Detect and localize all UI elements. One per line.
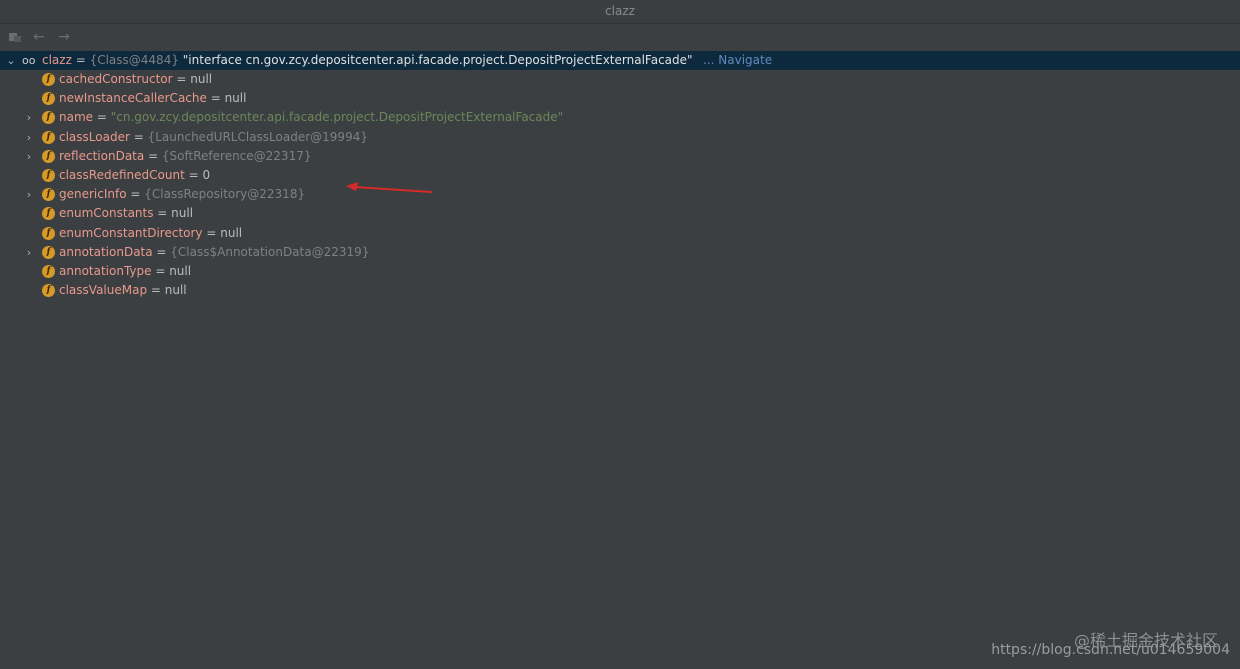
tree-field-row[interactable]: f cachedConstructor = null	[0, 70, 1240, 89]
field-label: newInstanceCallerCache = null	[59, 89, 246, 108]
field-name: reflectionData	[59, 148, 145, 163]
field-eq: =	[147, 283, 165, 298]
field-name: genericInfo	[59, 187, 127, 202]
field-eq: =	[129, 129, 148, 144]
forward-arrow-icon[interactable]: →	[55, 28, 73, 46]
field-value: {LaunchedURLClassLoader@19994}	[147, 129, 368, 144]
tree-field-row[interactable]: f newInstanceCallerCache = null	[0, 89, 1240, 108]
field-value: {Class$AnnotationData@22319}	[170, 244, 370, 259]
field-eq: =	[153, 206, 172, 221]
root-name: clazz	[42, 53, 72, 67]
field-value: null	[220, 225, 243, 240]
field-name: cachedConstructor	[59, 72, 173, 86]
field-icon: f	[42, 73, 55, 86]
frames-icon[interactable]	[6, 28, 24, 46]
field-eq: =	[144, 148, 162, 163]
chevron-right-icon[interactable]: ›	[23, 147, 35, 166]
field-eq: =	[206, 91, 225, 106]
field-eq: =	[172, 72, 191, 86]
field-name: classValueMap	[59, 283, 148, 298]
field-label: classLoader = {LaunchedURLClassLoader@19…	[59, 128, 368, 147]
field-name: annotationData	[59, 244, 153, 259]
chevron-right-icon[interactable]: ›	[23, 185, 35, 204]
field-name: annotationType	[59, 264, 152, 278]
tree-field-row[interactable]: › f classLoader = {LaunchedURLClassLoader@…	[0, 128, 1240, 147]
back-arrow-icon[interactable]: ←	[30, 28, 48, 46]
variables-tree: ⌄ oo clazz = {Class@4484} "interface cn.…	[0, 51, 1240, 651]
watermark-url: https://blog.csdn.net/u014659004	[991, 642, 1230, 658]
field-icon: f	[42, 111, 55, 125]
field-eq: =	[202, 225, 221, 240]
field-label: genericInfo = {ClassRepository@22318}	[59, 185, 305, 204]
field-icon: f	[42, 169, 55, 182]
tree-field-row[interactable]: f classValueMap = null	[0, 281, 1240, 300]
field-label: enumConstantDirectory = null	[59, 224, 242, 243]
field-name: enumConstantDirectory	[59, 225, 203, 240]
navigate-link[interactable]: ... Navigate	[703, 51, 772, 70]
chevron-right-icon[interactable]: ›	[23, 243, 35, 262]
field-label: annotationType = null	[59, 262, 191, 281]
field-eq: =	[184, 168, 203, 182]
field-value: null	[224, 91, 247, 106]
chevron-down-icon[interactable]: ⌄	[5, 51, 17, 70]
field-name: name	[59, 110, 94, 125]
field-name: classRedefinedCount	[59, 168, 185, 182]
chevron-right-icon[interactable]: ›	[23, 128, 35, 147]
tree-field-row[interactable]: f enumConstants = null	[0, 204, 1240, 223]
field-value: null	[169, 264, 192, 278]
field-label: reflectionData = {SoftReference@22317}	[59, 147, 311, 166]
annotation-arrow-icon	[346, 182, 433, 193]
field-icon: f	[42, 245, 55, 259]
tree-root-row[interactable]: ⌄ oo clazz = {Class@4484} "interface cn.…	[0, 51, 1240, 70]
field-label: cachedConstructor = null	[59, 70, 212, 89]
field-label: annotationData = {Class$AnnotationData@2…	[59, 243, 369, 262]
tree-field-row[interactable]: › f reflectionData = {SoftReference@22317}	[0, 147, 1240, 166]
field-icon: f	[42, 130, 55, 144]
field-icon: f	[42, 226, 55, 240]
field-icon: f	[42, 92, 55, 106]
field-value: null	[190, 72, 213, 86]
field-label: name = "cn.gov.zcy.depositcenter.api.fac…	[59, 108, 563, 127]
field-icon: f	[42, 284, 55, 298]
window-title-bar: clazz	[0, 0, 1240, 24]
field-icon: f	[42, 149, 55, 163]
field-name: enumConstants	[59, 206, 154, 221]
field-value: {ClassRepository@22318}	[144, 187, 306, 202]
tree-field-row[interactable]: › f annotationData = {Class$AnnotationData…	[0, 243, 1240, 262]
field-value: 0	[202, 168, 211, 182]
field-label: enumConstants = null	[59, 204, 193, 223]
chevron-right-icon[interactable]: ›	[23, 108, 35, 127]
field-label: classRedefinedCount = 0	[59, 166, 210, 185]
root-ref: {Class@4484}	[89, 53, 179, 67]
watch-glasses-icon: oo	[22, 54, 36, 67]
tree-field-row[interactable]: f classRedefinedCount = 0	[0, 166, 1240, 185]
field-name: newInstanceCallerCache	[59, 91, 207, 106]
field-name: classLoader	[59, 129, 130, 144]
field-eq: =	[152, 244, 171, 259]
root-eq: =	[71, 53, 90, 67]
field-value: null	[171, 206, 194, 221]
field-icon: f	[42, 188, 55, 202]
field-value: "cn.gov.zcy.depositcenter.api.facade.pro…	[110, 110, 564, 125]
tree-field-row[interactable]: f annotationType = null	[0, 262, 1240, 281]
root-label: clazz = {Class@4484} "interface cn.gov.z…	[42, 51, 693, 70]
window-title: clazz	[605, 4, 635, 18]
tree-field-row[interactable]: › f name = "cn.gov.zcy.depositcenter.api.f…	[0, 108, 1240, 127]
field-label: classValueMap = null	[59, 281, 187, 300]
field-eq: =	[126, 187, 145, 202]
tree-field-row[interactable]: › f genericInfo = {ClassRepository@22318}	[0, 185, 1240, 204]
field-value: null	[164, 283, 187, 298]
field-icon: f	[42, 265, 55, 278]
toolbar: ← →	[0, 24, 1240, 50]
field-eq: =	[151, 264, 170, 278]
field-icon: f	[42, 207, 55, 221]
field-eq: =	[93, 110, 111, 125]
root-value: "interface cn.gov.zcy.depositcenter.api.…	[178, 53, 693, 67]
field-value: {SoftReference@22317}	[161, 148, 312, 163]
tree-field-row[interactable]: f enumConstantDirectory = null	[0, 224, 1240, 243]
